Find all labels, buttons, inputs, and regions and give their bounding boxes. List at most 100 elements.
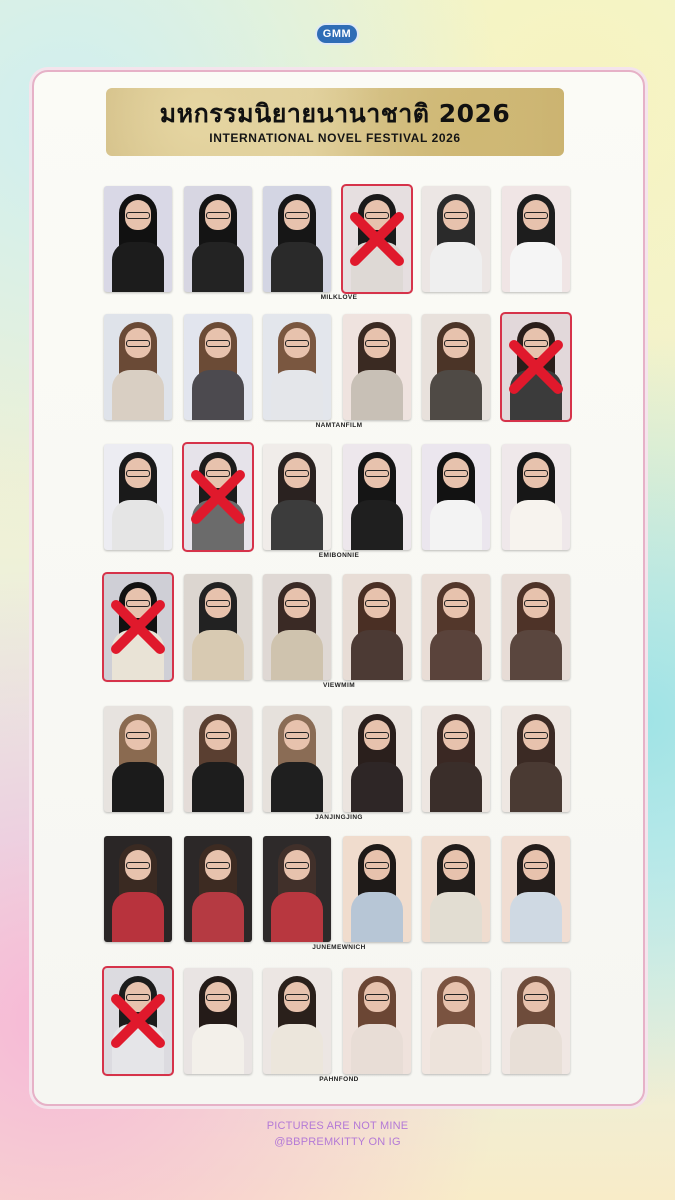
photo-subject-outfit — [351, 630, 403, 680]
title-banner: มหกรรมนิยายนานาชาติ 2026 INTERNATIONAL N… — [106, 88, 564, 156]
photo-subject-outfit — [192, 1024, 244, 1074]
photocard — [184, 706, 252, 812]
glasses-icon — [206, 862, 230, 869]
photocard — [343, 574, 411, 680]
glasses-icon — [206, 600, 230, 607]
photocard — [422, 706, 490, 812]
photo-subject-outfit — [192, 762, 244, 812]
photocard — [343, 706, 411, 812]
glasses-icon — [206, 212, 230, 219]
photo-subject-outfit — [271, 892, 323, 942]
photocard — [263, 706, 331, 812]
photo-subject-outfit — [510, 242, 562, 292]
photocard — [343, 314, 411, 420]
photo-subject-outfit — [112, 892, 164, 942]
photocard — [422, 444, 490, 550]
photocard — [263, 444, 331, 550]
photo-subject-outfit — [271, 242, 323, 292]
photocard — [500, 312, 572, 422]
footer-credit: PICTURES ARE NOT MINE @BBPREMKITTY ON IG — [0, 1118, 675, 1150]
photo-subject-outfit — [510, 630, 562, 680]
member-label: PAHNFOND — [319, 1076, 359, 1083]
photocard — [422, 186, 490, 292]
glasses-icon — [365, 862, 389, 869]
photo-subject-outfit — [112, 370, 164, 420]
member-row: JUNEMEWNICH — [104, 836, 574, 956]
glasses-icon — [524, 600, 548, 607]
photocard — [182, 442, 254, 552]
member-label: EMIBONNIE — [318, 552, 360, 559]
photocard — [502, 968, 570, 1074]
glasses-icon — [126, 470, 150, 477]
photocard — [422, 574, 490, 680]
cross-mark-icon — [104, 968, 172, 1074]
member-label: MILKLOVE — [320, 294, 358, 301]
glasses-icon — [524, 732, 548, 739]
photocard — [102, 572, 174, 682]
photo-subject-outfit — [112, 762, 164, 812]
photocard — [104, 186, 172, 292]
photo-subject-outfit — [430, 630, 482, 680]
member-label: VIEWMIM — [322, 682, 356, 689]
photocard — [102, 966, 174, 1076]
glasses-icon — [126, 862, 150, 869]
photo-subject-outfit — [112, 500, 164, 550]
photo-subject-outfit — [192, 892, 244, 942]
photocard — [263, 968, 331, 1074]
photocard — [104, 836, 172, 942]
photocard — [343, 444, 411, 550]
glasses-icon — [444, 994, 468, 1001]
glasses-icon — [206, 994, 230, 1001]
photo-subject-outfit — [510, 762, 562, 812]
glasses-icon — [285, 732, 309, 739]
photo-subject-outfit — [192, 242, 244, 292]
photo-subject-outfit — [430, 762, 482, 812]
gmm-logo: GMM — [312, 22, 362, 46]
member-row: VIEWMIM — [102, 572, 574, 694]
glasses-icon — [285, 340, 309, 347]
glasses-icon — [206, 340, 230, 347]
photocard — [184, 186, 252, 292]
glasses-icon — [444, 470, 468, 477]
photocard — [263, 836, 331, 942]
gmm-tv-logo-icon: GMM — [316, 25, 358, 43]
glasses-icon — [524, 470, 548, 477]
photo-subject-outfit — [351, 892, 403, 942]
glasses-icon — [365, 732, 389, 739]
photo-subject-outfit — [271, 500, 323, 550]
photo-subject-outfit — [351, 1024, 403, 1074]
photocard — [104, 706, 172, 812]
photocard — [184, 968, 252, 1074]
glasses-icon — [285, 470, 309, 477]
glasses-icon — [285, 862, 309, 869]
footer-line-2: @BBPREMKITTY ON IG — [274, 1136, 401, 1148]
glasses-icon — [126, 212, 150, 219]
glasses-icon — [206, 732, 230, 739]
cross-mark-icon — [184, 444, 252, 550]
photo-subject-outfit — [510, 1024, 562, 1074]
member-row: EMIBONNIE — [104, 442, 574, 564]
photo-subject-outfit — [430, 242, 482, 292]
photocard — [343, 836, 411, 942]
cross-mark-icon — [502, 314, 570, 420]
photo-subject-outfit — [351, 762, 403, 812]
footer-line-1: PICTURES ARE NOT MINE — [266, 1120, 409, 1132]
photocard — [341, 184, 413, 294]
photo-subject-outfit — [192, 630, 244, 680]
photocard — [502, 574, 570, 680]
member-row: PAHNFOND — [102, 966, 574, 1088]
title-thai: มหกรรมนิยายนานาชาติ 2026 — [159, 99, 511, 128]
photocard — [184, 836, 252, 942]
glasses-icon — [524, 994, 548, 1001]
photo-subject-outfit — [271, 762, 323, 812]
photo-subject-outfit — [351, 370, 403, 420]
member-row: MILKLOVE — [104, 184, 574, 306]
member-label: JANJINGJING — [315, 814, 363, 821]
member-label: JUNEMEWNICH — [312, 944, 366, 951]
photocard — [263, 186, 331, 292]
glasses-icon — [365, 994, 389, 1001]
photocard — [502, 186, 570, 292]
photo-subject-outfit — [430, 892, 482, 942]
glasses-icon — [365, 600, 389, 607]
photo-subject-outfit — [430, 500, 482, 550]
